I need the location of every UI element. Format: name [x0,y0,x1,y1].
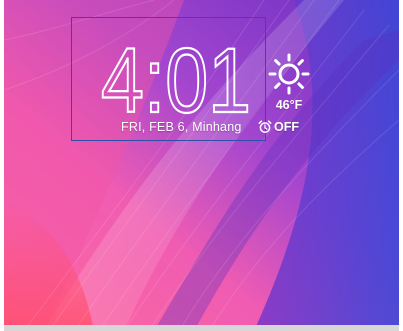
clock-time: 4:01 [101,38,251,120]
alarm-status: OFF [258,119,299,135]
date-location-label: FRI, FEB 6, Minhang [121,120,242,134]
temperature-label: 46°F [275,98,303,112]
lock-screen: 4:01 FRI, FEB 6, Minhang OFF 46°F [4,0,399,331]
sun-icon [268,53,310,95]
weather-widget[interactable]: 46°F [266,52,312,112]
bottom-edge [4,325,399,331]
clock-time-display: 4:01 [100,38,252,120]
alarm-clock-icon [258,120,272,133]
alarm-status-label: OFF [274,120,299,134]
